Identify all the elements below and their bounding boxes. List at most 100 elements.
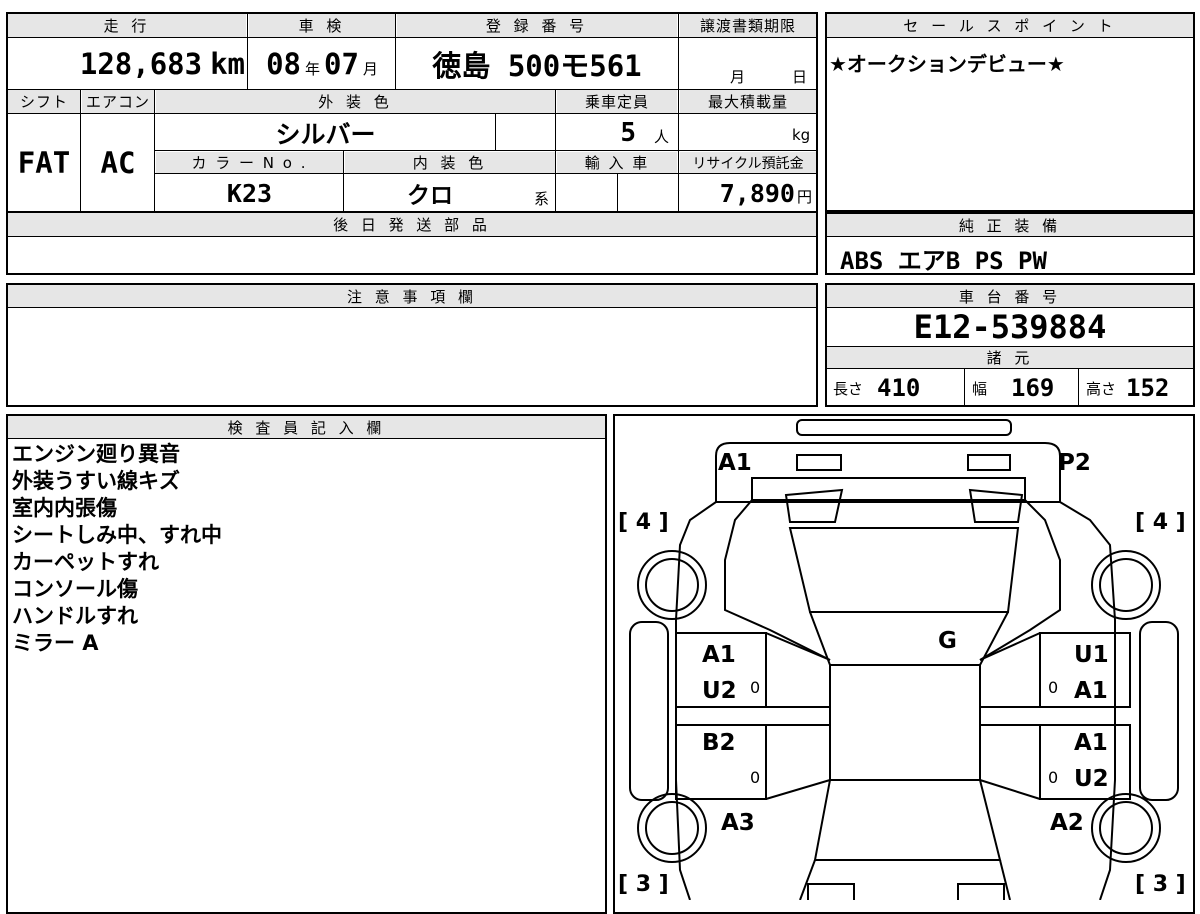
rear-right-light	[957, 883, 1005, 900]
chassis-header: 車 台 番 号	[827, 285, 1193, 307]
aircon-header: エアコン	[82, 90, 154, 113]
aircon-value: AC	[100, 146, 136, 180]
diagram-bracket-top-left: [ 4 ]	[618, 510, 669, 535]
exterior-color-header: 外 装 色	[156, 90, 555, 113]
right-side-strip	[1139, 621, 1179, 801]
notes-header: 注 意 事 項 欄	[8, 285, 816, 307]
diagram-bracket-bottom-left: [ 3 ]	[618, 872, 669, 897]
roof	[829, 665, 981, 781]
mileage-value-cell: 128,683 km	[30, 40, 245, 88]
sales-point-text: ★オークションデビュー★	[829, 52, 1065, 76]
width-label: 幅	[972, 379, 988, 398]
inspection-year-unit: 年	[304, 59, 320, 78]
recycle-fee-value-cell: 7,890 円	[680, 175, 816, 211]
diagram-bracket-top-right: [ 4 ]	[1135, 510, 1186, 535]
body-outline	[675, 501, 1116, 900]
rear-left-light	[807, 883, 855, 900]
deadline-day-unit: 日	[792, 68, 808, 86]
right-headlight	[967, 454, 1011, 471]
capacity-header: 乗車定員	[557, 90, 677, 113]
diagram-rr-door-top: A1	[1074, 730, 1108, 756]
diagram-bracket-bottom-right: [ 3 ]	[1135, 872, 1186, 897]
interior-color-value: クロ	[407, 183, 453, 209]
diagram-zero-mark: 0	[750, 678, 761, 697]
inspector-note: エンジン廻り異音	[12, 442, 180, 466]
inspection-month: 07	[324, 47, 359, 81]
inspector-note: ハンドルすれ	[12, 604, 138, 628]
recycle-fee-unit: 円	[796, 187, 812, 206]
inspector-note: 外装うすい線キズ	[12, 469, 180, 493]
right-rear-wheel	[1091, 793, 1161, 863]
spec-height: 高さ 152	[1086, 370, 1169, 406]
sales-point-header: セ ー ル ス ポ イ ン ト	[827, 14, 1193, 37]
color-no-value: K23	[226, 178, 273, 208]
left-side-strip	[629, 621, 669, 801]
chassis-number: E12-539884	[913, 308, 1107, 346]
left-headlight	[796, 454, 842, 471]
interior-color-suffix: 系	[534, 190, 550, 208]
inspection-value-cell: 08 年 07 月	[250, 40, 394, 88]
max-load-unit: kg	[792, 126, 811, 144]
diagram-zero-mark: 0	[1048, 768, 1059, 787]
inspection-year: 08	[266, 47, 301, 81]
front-bumper	[796, 419, 1012, 436]
genuine-equipment-header: 純 正 装 備	[827, 214, 1193, 236]
diagram-lf-door-bottom: U2	[702, 678, 737, 704]
left-front-wheel	[637, 550, 707, 620]
inspection-header: 車 検	[249, 14, 395, 37]
sales-point-box	[825, 12, 1195, 212]
max-load-header: 最大積載量	[680, 90, 816, 113]
diagram-rr-door-bottom: U2	[1074, 766, 1109, 792]
capacity-value-cell: 5 人	[557, 115, 677, 150]
diagram-lf-door-top: A1	[702, 642, 736, 668]
spec-width: 幅 169	[972, 370, 1054, 406]
diagram-zero-mark: 0	[750, 768, 761, 787]
length-label: 長さ	[833, 379, 864, 398]
spec-length: 長さ 410	[833, 370, 920, 406]
diagram-lr-door-top: B2	[702, 730, 736, 756]
inspector-note: コンソール傷	[12, 577, 138, 601]
diagram-rear-left-label: A3	[721, 810, 755, 836]
inspector-header: 検 査 員 記 入 欄	[8, 416, 605, 438]
imported-header: 輸 入 車	[557, 152, 677, 173]
color-no-header: カ ラ ー N o .	[156, 152, 343, 173]
diagram-front-left-label: A1	[718, 450, 752, 476]
inspection-month-unit: 月	[362, 59, 378, 78]
recycle-fee-header: リサイクル預託金	[680, 152, 816, 173]
inspector-note: ミラー A	[12, 631, 99, 655]
left-rear-wheel	[637, 793, 707, 863]
transfer-deadline-header: 譲渡書類期限	[680, 14, 816, 37]
inspector-note: シートしみ中、すれ中	[12, 523, 222, 547]
registration-header: 登 録 番 号	[397, 14, 677, 37]
mileage-value: 128,683	[79, 47, 203, 81]
diagram-rf-door-top: U1	[1074, 642, 1109, 668]
registration-number: 徳島 500モ561	[432, 49, 642, 83]
capacity-unit: 人	[653, 128, 669, 146]
right-front-wheel	[1091, 550, 1161, 620]
width-value: 169	[1011, 374, 1055, 402]
height-value: 152	[1126, 374, 1170, 402]
inspector-note: 室内内張傷	[12, 496, 117, 520]
left-grille	[784, 488, 844, 523]
diagram-front-right-label: P2	[1058, 450, 1091, 476]
shift-value: FAT	[17, 146, 71, 180]
diagram-glass-label: G	[938, 628, 957, 654]
windshield	[788, 527, 1020, 613]
inspector-note: カーペットすれ	[12, 550, 159, 574]
spec-header: 諸 元	[827, 347, 1193, 368]
hood	[751, 477, 1026, 501]
mileage-header: 走 行	[8, 14, 246, 37]
capacity-value: 5	[620, 117, 636, 148]
height-label: 高さ	[1086, 379, 1117, 398]
recycle-fee-value: 7,890	[719, 178, 795, 208]
length-value: 410	[877, 374, 921, 402]
shift-header: シフト	[8, 90, 80, 113]
deadline-month-unit: 月	[730, 68, 746, 86]
diagram-rear-right-label: A2	[1050, 810, 1084, 836]
exterior-color-value: シルバー	[275, 119, 376, 149]
genuine-equipment-text: ABS エアB PS PW	[840, 247, 1047, 275]
mileage-unit: km	[210, 47, 245, 81]
interior-color-header: 内 装 色	[345, 152, 555, 173]
later-parts-header: 後 日 発 送 部 品	[8, 213, 816, 236]
rear-window	[813, 779, 1002, 861]
